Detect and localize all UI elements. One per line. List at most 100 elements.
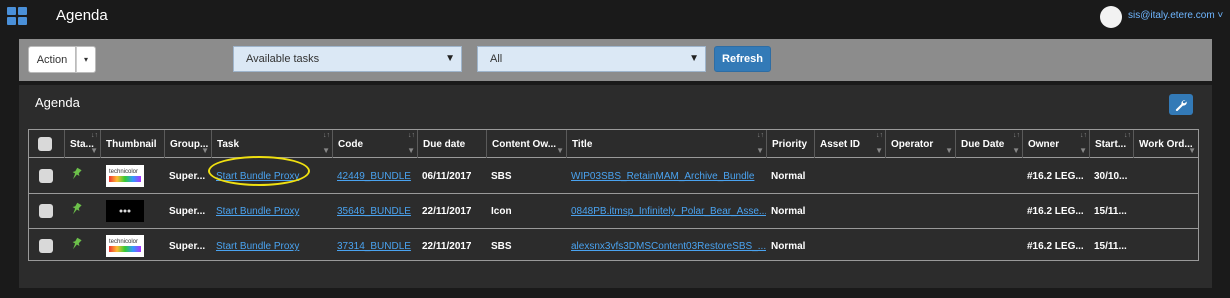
title-link[interactable]: 0848PB.itmsp_Infinitely_Polar_Bear_Asse.…: [566, 194, 766, 228]
table-row[interactable]: Super... Start Bundle Proxy 35646_BUNDLE…: [29, 194, 1198, 229]
filter-icon[interactable]: ▼: [90, 146, 98, 155]
chevron-down-icon: ▼: [445, 53, 455, 64]
owner-cell: #16.2 LEG...: [1027, 206, 1084, 217]
group-cell: Super...: [169, 171, 206, 182]
filter-icon[interactable]: ▼: [201, 146, 209, 155]
action-button[interactable]: Action: [28, 46, 76, 73]
code-link[interactable]: 37314_BUNDLE: [332, 229, 417, 263]
select-all-checkbox[interactable]: [38, 137, 52, 151]
pin-icon[interactable]: [70, 167, 82, 181]
chevron-down-icon: ▼: [689, 53, 699, 64]
action-dropdown-toggle[interactable]: ▾: [76, 46, 96, 73]
due-date-cell: 22/11/2017: [422, 206, 472, 217]
priority-cell: Normal: [771, 206, 806, 217]
content-owner-cell: Icon: [491, 206, 512, 217]
top-bar: Agenda sis@italy.etere.com ˅: [0, 0, 1230, 33]
app-title: Agenda: [56, 7, 108, 24]
panel-title: Agenda: [35, 95, 80, 110]
sort-icon[interactable]: ↓↑: [91, 132, 98, 139]
col-due-date-label: Due date: [423, 139, 466, 150]
col-priority[interactable]: Priority: [766, 130, 814, 158]
task-type-select[interactable]: Available tasks ▼: [233, 46, 462, 72]
sort-icon[interactable]: ↓↑: [408, 132, 415, 139]
col-owner[interactable]: Owner ↓↑ ▼: [1022, 130, 1089, 158]
task-link[interactable]: Start Bundle Proxy: [211, 194, 332, 228]
col-priority-label: Priority: [772, 139, 808, 150]
col-work-order-label: Work Ord...: [1139, 139, 1193, 150]
sort-icon[interactable]: ↓↑: [757, 132, 764, 139]
col-operator[interactable]: Operator ▼: [885, 130, 955, 158]
app-grid-icon[interactable]: [7, 7, 27, 25]
col-code-label: Code: [338, 139, 363, 150]
pin-icon[interactable]: [70, 237, 82, 251]
priority-cell: Normal: [771, 171, 806, 182]
col-content-owner[interactable]: Content Ow... ▼: [486, 130, 566, 158]
col-thumbnail: Thumbnail: [100, 130, 164, 158]
table-row[interactable]: technicolor Super... Start Bundle Proxy …: [29, 229, 1198, 264]
col-task[interactable]: Task ↓↑ ▼: [211, 130, 332, 158]
thumbnail-image[interactable]: [106, 200, 144, 222]
start-cell: 30/10...: [1094, 171, 1128, 182]
code-link[interactable]: 42449_BUNDLE: [332, 159, 417, 193]
row-checkbox[interactable]: [39, 169, 53, 183]
col-title[interactable]: Title ↓↑ ▼: [566, 130, 766, 158]
start-cell: 15/11...: [1094, 206, 1127, 217]
sort-icon[interactable]: ↓↑: [876, 132, 883, 139]
title-link[interactable]: WIP03SBS_RetainMAM_Archive_Bundle: [566, 159, 766, 193]
code-link[interactable]: 35646_BUNDLE: [332, 194, 417, 228]
task-link[interactable]: Start Bundle Proxy: [211, 229, 332, 263]
col-owner-label: Owner: [1028, 139, 1060, 150]
col-start[interactable]: Start... ↓↑: [1089, 130, 1133, 158]
row-checkbox[interactable]: [39, 204, 53, 218]
select-all-header: [29, 130, 64, 158]
col-group[interactable]: Group... ▼: [164, 130, 211, 158]
col-due-date-2[interactable]: Due Date ↓↑ ▼: [955, 130, 1022, 158]
filter-icon[interactable]: ▼: [875, 146, 883, 155]
col-due-date-2-label: Due Date: [961, 139, 1005, 150]
due-date-cell: 06/11/2017: [422, 171, 472, 182]
col-work-order[interactable]: Work Ord... ▼: [1133, 130, 1198, 158]
col-due-date[interactable]: Due date: [417, 130, 486, 158]
filter-icon[interactable]: ▼: [756, 146, 764, 155]
filter-toolbar: Action ▾ Available tasks ▼ All ▼ Refresh: [19, 39, 1212, 81]
sort-icon[interactable]: ↓↑: [323, 132, 330, 139]
col-operator-label: Operator: [891, 139, 934, 150]
col-code[interactable]: Code ↓↑ ▼: [332, 130, 417, 158]
col-start-label: Start...: [1095, 139, 1127, 150]
svg-text:technicolor: technicolor: [109, 169, 138, 175]
settings-button[interactable]: [1169, 94, 1193, 115]
col-thumbnail-label: Thumbnail: [106, 139, 157, 150]
filter-icon[interactable]: ▼: [1012, 146, 1020, 155]
table-row[interactable]: technicolor Super... Start Bundle Proxy …: [29, 159, 1198, 194]
owner-cell: #16.2 LEG...: [1027, 241, 1084, 252]
thumbnail-image[interactable]: technicolor: [106, 235, 144, 257]
title-link[interactable]: alexsnx3vfs3DMSContent03RestoreSBS_...: [566, 229, 766, 263]
pin-icon[interactable]: [70, 202, 82, 216]
user-email-menu[interactable]: sis@italy.etere.com ˅: [1128, 10, 1223, 21]
avatar[interactable]: [1100, 6, 1122, 28]
agenda-table: Sta... ↓↑ ▼ Thumbnail Group... ▼ Task ↓↑ ▼ Co…: [28, 129, 1199, 261]
group-cell: Super...: [169, 241, 206, 252]
col-asset-id-label: Asset ID: [820, 139, 861, 150]
col-status[interactable]: Sta... ↓↑ ▼: [64, 130, 100, 158]
owner-cell: #16.2 LEG...: [1027, 171, 1084, 182]
col-asset-id[interactable]: Asset ID ↓↑ ▼: [814, 130, 885, 158]
sort-icon[interactable]: ↓↑: [1080, 132, 1087, 139]
col-content-owner-label: Content Ow...: [492, 139, 557, 150]
row-checkbox[interactable]: [39, 239, 53, 253]
content-owner-cell: SBS: [491, 171, 512, 182]
filter-icon[interactable]: ▼: [1079, 146, 1087, 155]
refresh-button[interactable]: Refresh: [714, 46, 771, 72]
filter-icon[interactable]: ▼: [945, 146, 953, 155]
highlight-ellipse: [208, 156, 310, 186]
filter-select[interactable]: All ▼: [477, 46, 706, 72]
filter-icon[interactable]: ▼: [407, 146, 415, 155]
sort-icon[interactable]: ↓↑: [1013, 132, 1020, 139]
filter-icon[interactable]: ▼: [322, 146, 330, 155]
table-header: Sta... ↓↑ ▼ Thumbnail Group... ▼ Task ↓↑ ▼ Co…: [29, 130, 1198, 158]
filter-icon[interactable]: ▼: [556, 146, 564, 155]
filter-select-value: All: [490, 53, 503, 65]
thumbnail-image[interactable]: technicolor: [106, 165, 144, 187]
sort-icon[interactable]: ↓↑: [1124, 132, 1131, 139]
filter-icon[interactable]: ▼: [1188, 146, 1196, 155]
